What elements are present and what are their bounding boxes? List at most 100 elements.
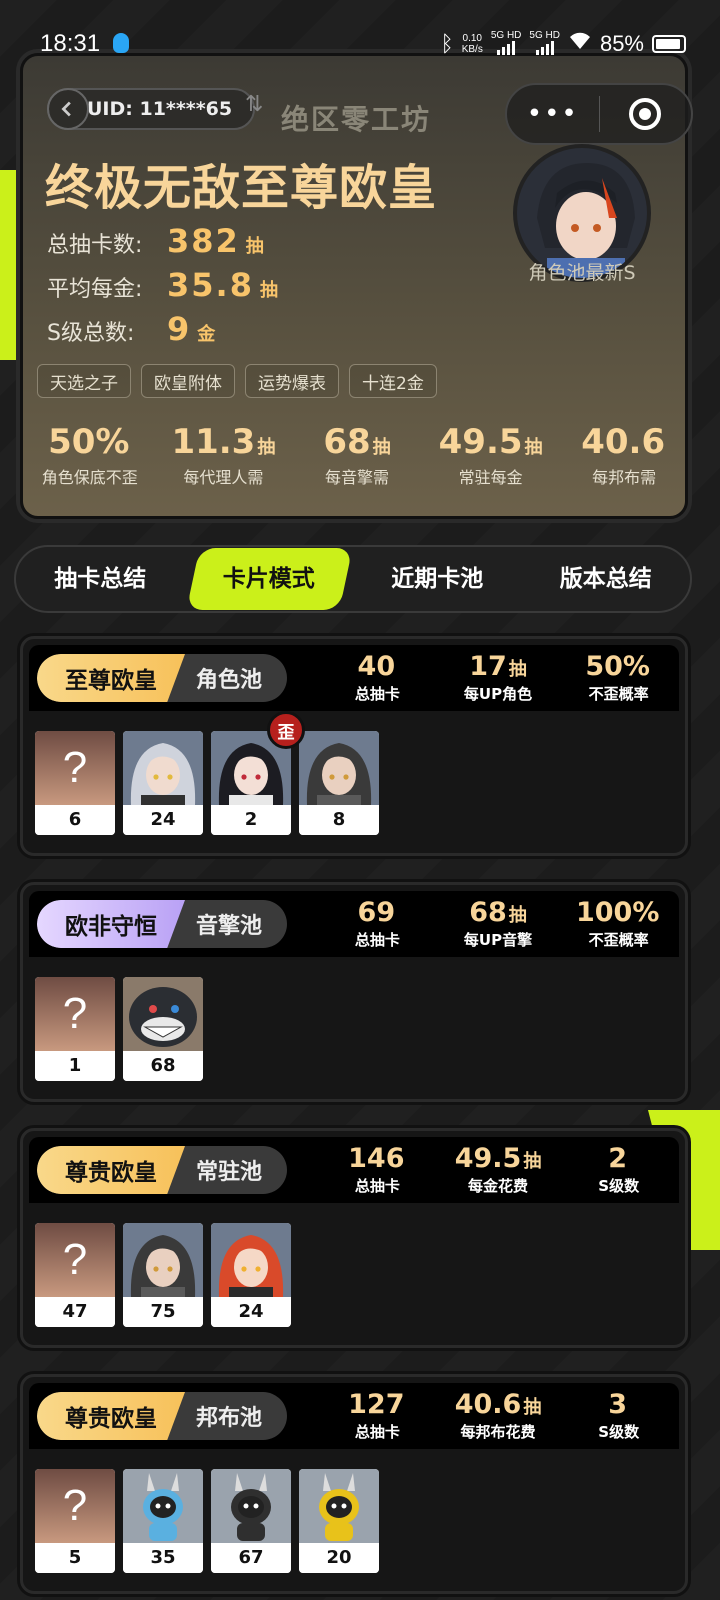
- pull-count: 6: [35, 805, 115, 835]
- luck-tags: 天选之子 欧皇附体 运势爆表 十连2金: [37, 364, 437, 398]
- uid-text: UID: 11****65: [87, 98, 233, 120]
- pool-stats: 127 总抽卡 40.6 抽 每邦布花费 3 S级数: [317, 1389, 679, 1442]
- close-miniprogram-button[interactable]: [599, 98, 691, 130]
- pool-cards: ? 47 75 24: [23, 1209, 685, 1345]
- avatar-caption: 角色池最新S: [528, 262, 636, 284]
- pull-count: 68: [123, 1051, 203, 1081]
- bangboo-icon: [299, 1469, 379, 1543]
- bangboo-icon: [211, 1469, 291, 1543]
- tag: 运势爆表: [245, 364, 339, 398]
- tag: 十连2金: [349, 364, 437, 398]
- pool-card: 尊贵欧皇 邦布池 127 总抽卡 40.6抽 每邦布花费 3 S级数 ? 5: [20, 1374, 688, 1594]
- tab-recent-pools[interactable]: 近期卡池: [353, 548, 522, 610]
- stat-total-pulls: 总抽卡数: 382 抽: [47, 222, 264, 260]
- character-card[interactable]: 35: [123, 1469, 203, 1573]
- tag: 欧皇附体: [141, 364, 235, 398]
- pool-name: 常驻池: [195, 1160, 262, 1185]
- pull-count: 24: [211, 1297, 291, 1327]
- pool-stat: 127 总抽卡: [348, 1389, 405, 1441]
- more-menu-button[interactable]: •••: [507, 99, 599, 129]
- bluetooth-icon: ᛒ: [440, 31, 454, 56]
- pull-count: 20: [299, 1543, 379, 1573]
- pool-stat: 50% 不歪概率: [585, 651, 650, 703]
- metric-item: 50% 角色保底不歪: [41, 422, 138, 487]
- wifi-icon: [568, 31, 592, 57]
- unknown-mark: ?: [62, 1235, 88, 1284]
- metric-item: 49.5 抽 常驻每金: [438, 422, 543, 487]
- character-card[interactable]: 24: [123, 731, 203, 835]
- pool-rank-pill: 尊贵欧皇 邦布池: [37, 1392, 287, 1440]
- battery-icon: [652, 35, 686, 53]
- status-bar: 18:31 ᛒ 0.10 KB/s 5G HD 5G HD 85%: [0, 0, 720, 88]
- target-icon: [629, 98, 662, 130]
- pool-cards: ? 1 68: [23, 963, 685, 1099]
- pool-rank-label: 尊贵欧皇: [37, 1146, 185, 1194]
- arrow-left-icon: [61, 101, 71, 117]
- agent-portrait-icon: [299, 731, 379, 805]
- pool-rank-pill: 欧非守恒 音擎池: [37, 900, 287, 948]
- pool-cards: ? 6 24 歪 2 8: [23, 711, 685, 853]
- pull-count: 67: [211, 1543, 291, 1573]
- pool-card: 至尊欧皇 角色池 40 总抽卡 17抽 每UP角色 50% 不歪概率 ? 6: [20, 636, 688, 856]
- battery-percent: 85%: [599, 31, 644, 56]
- pool-stats: 69 总抽卡 68 抽 每UP音擎 100% 不歪概率: [317, 897, 679, 950]
- character-card[interactable]: 24: [211, 1223, 291, 1327]
- status-time: 18:31: [40, 30, 101, 57]
- unknown-pulls-card[interactable]: ? 6: [35, 731, 115, 835]
- pull-count: 5: [35, 1543, 115, 1573]
- pull-count: 75: [123, 1297, 203, 1327]
- pull-count: 1: [35, 1051, 115, 1081]
- mode-tabs: 抽卡总结 卡片模式 近期卡池 版本总结: [14, 545, 692, 613]
- pool-header: 尊贵欧皇 常驻池 146 总抽卡 49.5 抽 每金花费 2 S级数: [29, 1137, 679, 1203]
- tab-version-summary[interactable]: 版本总结: [522, 548, 691, 610]
- sim2-signal: 5G HD: [529, 30, 560, 58]
- tag: 天选之子: [37, 364, 131, 398]
- agent-portrait-icon: [123, 731, 203, 805]
- pool-stat: 69 总抽卡: [354, 897, 400, 949]
- stat-s-rank-total: S级总数: 9 金: [47, 310, 216, 348]
- stat-avg-per-gold: 平均每金: 35.8 抽: [47, 266, 278, 304]
- summary-stats: 总抽卡数: 382 抽 平均每金: 35.8 抽 S级总数: 9 金: [47, 222, 278, 354]
- back-button[interactable]: [47, 88, 89, 130]
- mini-program-capsule: •••: [505, 83, 693, 145]
- unknown-pulls-card[interactable]: ? 47: [35, 1223, 115, 1327]
- unknown-pulls-card[interactable]: ? 1: [35, 977, 115, 1081]
- pull-count: 47: [35, 1297, 115, 1327]
- pull-count: 8: [299, 805, 379, 835]
- metric-item: 11.3 抽 每代理人需: [171, 422, 276, 487]
- pool-header: 尊贵欧皇 邦布池 127 总抽卡 40.6 抽 每邦布花费 3 S级数: [29, 1383, 679, 1449]
- pool-name: 角色池: [195, 668, 262, 693]
- character-card[interactable]: 20: [299, 1469, 379, 1573]
- header-metrics: 50% 角色保底不歪 11.3 抽 每代理人需 68 抽 每音擎需 49.5 抽 常驻…: [23, 422, 691, 488]
- character-card[interactable]: 67: [211, 1469, 291, 1573]
- unknown-mark: ?: [62, 743, 88, 792]
- pull-count: 35: [123, 1543, 203, 1573]
- unknown-mark: ?: [62, 989, 88, 1038]
- unknown-mark: ?: [62, 1481, 88, 1530]
- pool-stat: 2 S级数: [598, 1143, 640, 1195]
- character-card[interactable]: 8: [299, 731, 379, 835]
- pool-cards: ? 5 35 67 20: [23, 1455, 685, 1591]
- pull-count: 2: [211, 805, 291, 835]
- pool-name: 邦布池: [195, 1406, 262, 1431]
- pool-stats: 40 总抽卡 17 抽 每UP角色 50% 不歪概率: [317, 651, 679, 704]
- uid-pill: UID: 11****65: [47, 88, 255, 130]
- metric-item: 68 抽 每音擎需: [323, 422, 391, 487]
- tab-card-mode[interactable]: 卡片模式: [185, 548, 354, 610]
- metric-item: 40.6 每邦布需: [581, 422, 666, 487]
- unknown-pulls-card[interactable]: ? 5: [35, 1469, 115, 1573]
- pool-name: 音擎池: [195, 914, 262, 939]
- pool-stat: 68 抽 每UP音擎: [463, 897, 533, 949]
- pool-stat: 49.5 抽 每金花费: [454, 1143, 542, 1195]
- off-banner-badge: 歪: [267, 711, 305, 749]
- qq-icon: [113, 33, 129, 53]
- swap-icon[interactable]: ⇅: [245, 92, 263, 117]
- agent-portrait-icon: [123, 1223, 203, 1297]
- pool-card: 尊贵欧皇 常驻池 146 总抽卡 49.5抽 每金花费 2 S级数 ? 47: [20, 1128, 688, 1348]
- character-card[interactable]: 68: [123, 977, 203, 1081]
- pool-header: 欧非守恒 音擎池 69 总抽卡 68 抽 每UP音擎 100% 不歪概率: [29, 891, 679, 957]
- pool-stat: 146 总抽卡: [348, 1143, 405, 1195]
- character-card[interactable]: 75: [123, 1223, 203, 1327]
- tab-summary[interactable]: 抽卡总结: [16, 548, 185, 610]
- pool-rank-pill: 至尊欧皇 角色池: [37, 654, 287, 702]
